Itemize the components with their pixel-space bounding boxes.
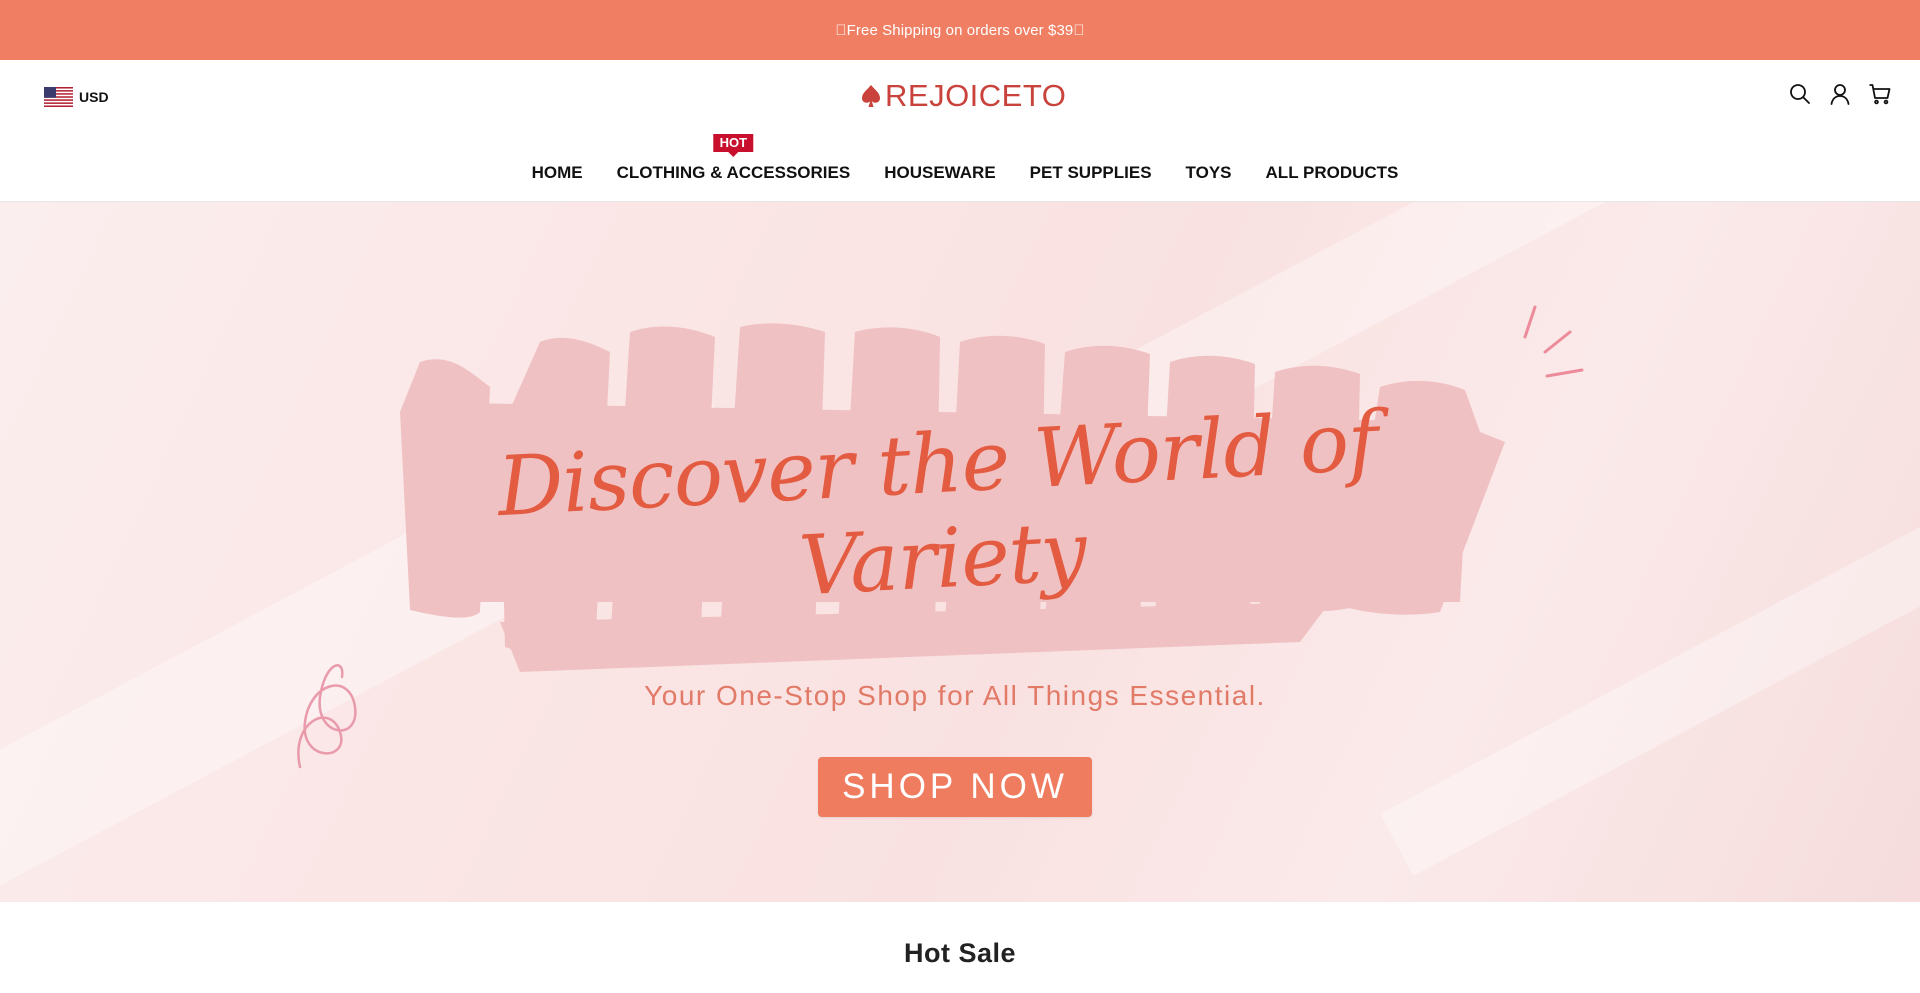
- nav-item-home[interactable]: HOME: [532, 156, 583, 190]
- spade-icon: [862, 85, 880, 107]
- us-flag-icon: [44, 87, 73, 107]
- nav-item-pet-supplies[interactable]: PET SUPPLIES: [1030, 156, 1152, 190]
- hero-subtitle: Your One-Stop Shop for All Things Essent…: [644, 680, 1266, 711]
- nav-item-toys[interactable]: TOYS: [1186, 156, 1232, 190]
- cart-icon[interactable]: [1868, 82, 1892, 106]
- logo-text: REJOICETO: [885, 78, 1067, 113]
- hot-sale-heading: Hot Sale: [903, 938, 1017, 968]
- currency-selector[interactable]: USD: [44, 85, 109, 109]
- shop-now-button[interactable]: SHOP NOW: [818, 757, 1092, 817]
- main-navigation: HOME CLOTHING & ACCESSORIES HOT HOUSEWAR…: [0, 134, 1920, 190]
- announcement-text:  Free Shipping on orders over $39 : [835, 21, 1085, 39]
- hero-banner[interactable]: Discover the World of Variety Your One-S…: [0, 202, 1920, 902]
- site-logo[interactable]: REJOICETO: [860, 76, 1066, 116]
- site-header: USD REJOICETO HOME CLOTHING & ACCESSORIE…: [0, 60, 1920, 202]
- account-icon[interactable]: [1828, 82, 1852, 106]
- currency-code: USD: [79, 89, 109, 105]
- nav-item-clothing-accessories[interactable]: CLOTHING & ACCESSORIES HOT: [616, 134, 851, 190]
- nav-item-all-products[interactable]: ALL PRODUCTS: [1266, 156, 1399, 190]
- nav-item-label: CLOTHING & ACCESSORIES: [616, 163, 851, 182]
- search-icon[interactable]: [1788, 82, 1812, 106]
- nav-item-houseware[interactable]: HOUSEWARE: [884, 156, 995, 190]
- header-actions: [1788, 82, 1892, 106]
- hot-badge: HOT: [713, 134, 754, 152]
- announcement-bar:  Free Shipping on orders over $39 : [0, 0, 1920, 60]
